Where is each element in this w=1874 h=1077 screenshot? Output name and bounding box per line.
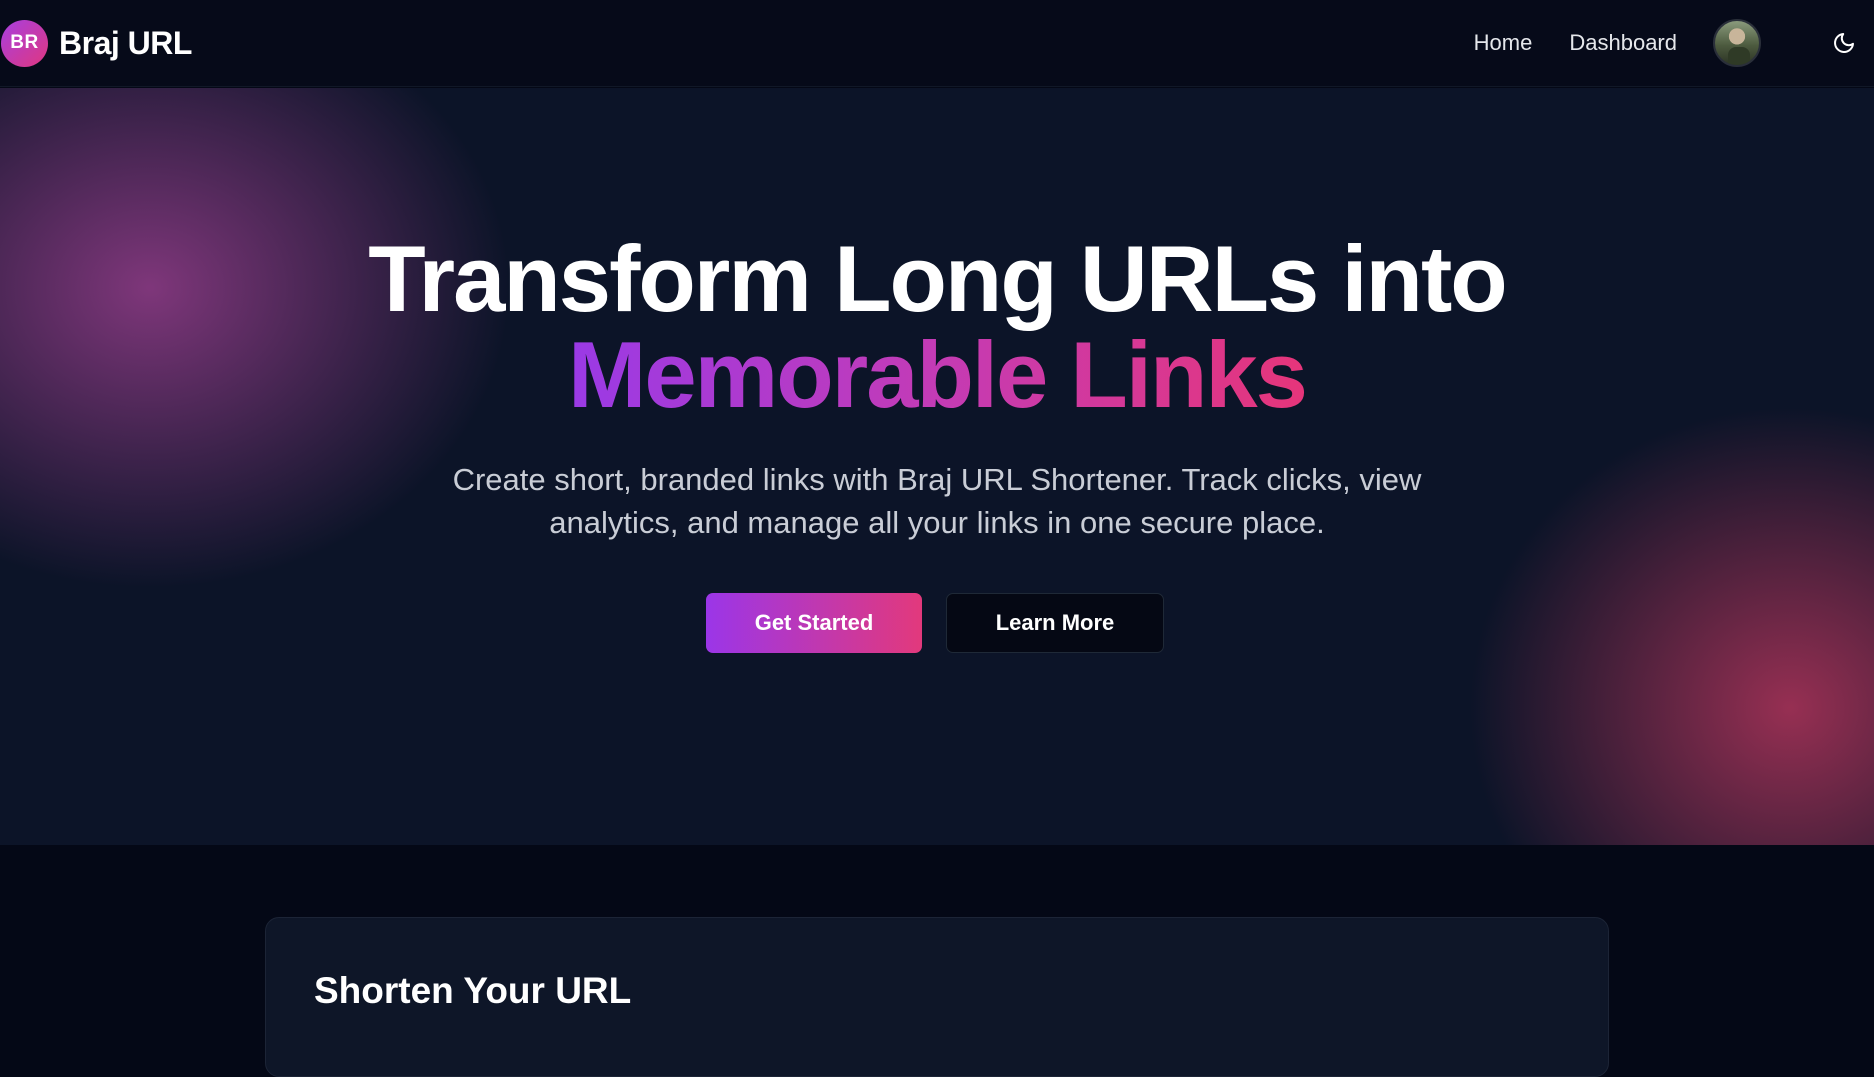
navbar: BR Braj URL Home Dashboard bbox=[0, 0, 1874, 87]
logo-badge[interactable]: BR bbox=[1, 19, 48, 67]
learn-more-button[interactable]: Learn More bbox=[946, 593, 1164, 653]
nav-links: Home Dashboard bbox=[1474, 19, 1874, 67]
hero-section: Transform Long URLs into Memorable Links… bbox=[0, 88, 1874, 845]
shorten-card-title: Shorten Your URL bbox=[314, 970, 632, 1011]
shorten-section: Shorten Your URL bbox=[0, 845, 1874, 1077]
hero-title-highlight: Memorable Links bbox=[568, 322, 1308, 427]
nav-dashboard-link[interactable]: Dashboard bbox=[1569, 30, 1677, 56]
hero-title: Transform Long URLs into Memorable Links bbox=[0, 231, 1874, 423]
get-started-button[interactable]: Get Started bbox=[706, 593, 922, 653]
user-avatar[interactable] bbox=[1713, 19, 1761, 67]
hero-subtitle: Create short, branded links with Braj UR… bbox=[452, 462, 1422, 540]
theme-toggle-button[interactable] bbox=[1824, 23, 1864, 63]
nav-home-link[interactable]: Home bbox=[1474, 30, 1533, 56]
brand-name[interactable]: Braj URL bbox=[59, 25, 192, 62]
shorten-card: Shorten Your URL bbox=[265, 917, 1609, 1077]
moon-icon bbox=[1834, 33, 1854, 53]
hero-actions: Get Started Learn More bbox=[0, 593, 1874, 653]
hero-title-line1: Transform Long URLs into bbox=[368, 226, 1507, 331]
brand[interactable]: BR Braj URL bbox=[1, 19, 192, 67]
